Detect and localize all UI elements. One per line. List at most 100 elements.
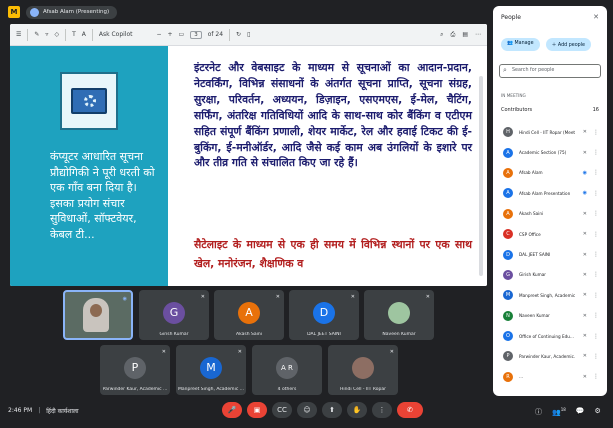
- more-options-icon[interactable]: ⋯: [475, 31, 481, 39]
- camera-button[interactable]: ▣: [247, 402, 267, 418]
- more-icon[interactable]: ⋮: [593, 251, 599, 258]
- person-avatar: P: [503, 351, 513, 362]
- search-icon[interactable]: ⌕: [440, 31, 443, 39]
- pdf-scrollbar[interactable]: [479, 76, 483, 276]
- search-people-input[interactable]: Search for people: [499, 64, 601, 78]
- read-aloud-icon[interactable]: A: [82, 31, 86, 38]
- participant-photo: [388, 301, 410, 324]
- close-icon[interactable]: ✕: [593, 13, 599, 21]
- list-item[interactable]: A Academic Section (75) ✕ ⋮: [493, 142, 607, 162]
- participant-tiles: ◉ G ✕ Girish Kumar A ✕ Akash Saini D ✕ D…: [0, 290, 493, 396]
- participant-name: Girish Kumar: [159, 332, 189, 337]
- list-item[interactable]: G Girish Kumar ✕ ⋮: [493, 265, 607, 285]
- more-icon[interactable]: ⋮: [593, 312, 599, 319]
- tile-participant[interactable]: D ✕ DAL JEET SAINI: [289, 290, 359, 340]
- more-icon[interactable]: ⋮: [593, 129, 599, 136]
- more-icon[interactable]: ⋮: [593, 190, 599, 197]
- save-icon[interactable]: ▤: [462, 31, 468, 39]
- contributors-header[interactable]: Contributors 16: [493, 104, 607, 118]
- participant-name: 4 others: [277, 387, 297, 392]
- info-icon[interactable]: ⓘ: [535, 407, 542, 417]
- manage-button[interactable]: 👥 Manage: [501, 38, 540, 51]
- tile-participant[interactable]: P ✕ Parwinder Kaur, Academic ...: [100, 345, 170, 395]
- manage-label: Manage: [514, 41, 534, 46]
- tile-self[interactable]: ◉: [63, 290, 133, 340]
- list-item[interactable]: N Naveen Kumar ✕ ⋮: [493, 306, 607, 326]
- presenting-icon: ◉: [582, 190, 587, 197]
- more-icon[interactable]: ⋮: [593, 231, 599, 238]
- people-count-badge: 18: [560, 407, 566, 412]
- slide-left-panel: कंप्यूटर आधारित सूचना प्रौद्योगिकी ने पू…: [10, 46, 168, 286]
- more-icon[interactable]: ⋮: [593, 169, 599, 176]
- more-icon[interactable]: ⋮: [593, 149, 599, 156]
- zoom-out-button[interactable]: −: [156, 31, 161, 38]
- person-name: Akash Saini: [519, 211, 544, 217]
- participant-avatar: A: [238, 301, 260, 324]
- raise-hand-button[interactable]: ✋: [347, 402, 367, 418]
- highlight-icon[interactable]: ▿: [45, 31, 48, 38]
- tile-participant[interactable]: A ✕ Akash Saini: [214, 290, 284, 340]
- mic-off-icon: ✕: [582, 129, 587, 136]
- more-icon[interactable]: ⋮: [593, 292, 599, 299]
- more-options-button[interactable]: ⋮: [372, 402, 392, 418]
- presenter-avatar: [30, 7, 39, 17]
- page-input[interactable]: 3: [190, 30, 202, 39]
- person-avatar: H: [503, 127, 513, 138]
- list-item[interactable]: A Afsab Alam ◉ ⋮: [493, 163, 607, 183]
- tile-participant[interactable]: ✕ Naveen Kumar: [364, 290, 434, 340]
- mic-off-icon: ✕: [237, 349, 242, 355]
- tile-participant[interactable]: M ✕ Manpreet Singh, Academic ...: [176, 345, 246, 395]
- people-list: H Hindi Cell - IIT Ropar (Meeting host) ✕ ⋮…: [493, 122, 607, 387]
- print-icon[interactable]: ⎙: [451, 31, 456, 39]
- two-page-icon[interactable]: ▯: [247, 31, 250, 38]
- end-call-button[interactable]: ✆: [397, 402, 423, 418]
- mic-off-icon: ✕: [582, 251, 587, 258]
- text-icon[interactable]: T: [72, 31, 76, 38]
- more-icon[interactable]: ⋮: [593, 353, 599, 360]
- list-item[interactable]: H Hindi Cell - IIT Ropar (Meeting host) ✕ ⋮: [493, 122, 607, 142]
- list-item[interactable]: R... ✕ ⋮: [493, 367, 607, 387]
- list-item[interactable]: M Manpreet Singh, Academic... ✕ ⋮: [493, 285, 607, 305]
- mic-button[interactable]: 🎤: [222, 402, 242, 418]
- captions-button[interactable]: CC: [272, 402, 292, 418]
- in-meeting-heading: IN MEETING: [501, 93, 526, 98]
- person-name: Girish Kumar: [519, 272, 547, 278]
- captions-icon: CC: [277, 406, 287, 414]
- list-item[interactable]: D DAL JEET SAINI ✕ ⋮: [493, 244, 607, 264]
- zoom-in-button[interactable]: +: [168, 31, 173, 38]
- list-item[interactable]: O Office of Continuing Edu... ✕ ⋮: [493, 326, 607, 346]
- ask-copilot-button[interactable]: Ask Copilot: [99, 31, 133, 38]
- list-item[interactable]: C CSP Office ✕ ⋮: [493, 224, 607, 244]
- more-icon[interactable]: ⋮: [593, 210, 599, 217]
- rotate-icon[interactable]: ↻: [236, 31, 241, 38]
- mic-off-icon: ✕: [582, 149, 587, 156]
- more-icon[interactable]: ⋮: [593, 333, 599, 340]
- draw-icon[interactable]: ✎: [34, 31, 39, 38]
- fit-page-icon[interactable]: ▭: [179, 31, 185, 38]
- participant-name: Naveen Kumar: [382, 332, 416, 337]
- speaking-icon: ◉: [122, 296, 127, 302]
- people-icon[interactable]: 👥18: [552, 407, 566, 417]
- list-item[interactable]: A Akash Saini ✕ ⋮: [493, 204, 607, 224]
- more-icon[interactable]: ⋮: [593, 271, 599, 278]
- emoji-button[interactable]: ☺: [297, 402, 317, 418]
- more-icon[interactable]: ⋮: [593, 373, 599, 380]
- tile-others[interactable]: A R 4 others: [252, 345, 322, 395]
- chat-icon[interactable]: 💬: [576, 407, 585, 417]
- menu-icon[interactable]: ☰: [16, 31, 21, 38]
- present-button[interactable]: ⬆: [322, 402, 342, 418]
- person-name: Academic Section (75): [519, 150, 567, 156]
- bottom-bar: 2:46 PM | हिंदी कार्यशाला 🎤 ▣ CC ☺ ⬆ ✋ ⋮…: [0, 398, 613, 428]
- erase-icon[interactable]: ◇: [54, 31, 59, 38]
- add-people-button[interactable]: ＋ Add people: [545, 38, 591, 51]
- list-item[interactable]: P Parwinder Kaur, Academic... ✕ ⋮: [493, 346, 607, 366]
- presenter-pill[interactable]: Afsab Alam (Presenting): [26, 5, 118, 19]
- activities-icon[interactable]: ⚙: [595, 407, 601, 417]
- tile-participant[interactable]: G ✕ Girish Kumar: [139, 290, 209, 340]
- tile-participant[interactable]: ✕ Hindi Cell - IIT Ropar: [328, 345, 398, 395]
- mic-off-icon: 🎤: [227, 406, 237, 414]
- person-avatar: O: [503, 331, 513, 342]
- person-name: DAL JEET SAINI: [519, 252, 551, 258]
- person-name: Manpreet Singh, Academic...: [519, 292, 575, 298]
- list-item[interactable]: A Afsab Alam Presentation ◉ ⋮: [493, 183, 607, 203]
